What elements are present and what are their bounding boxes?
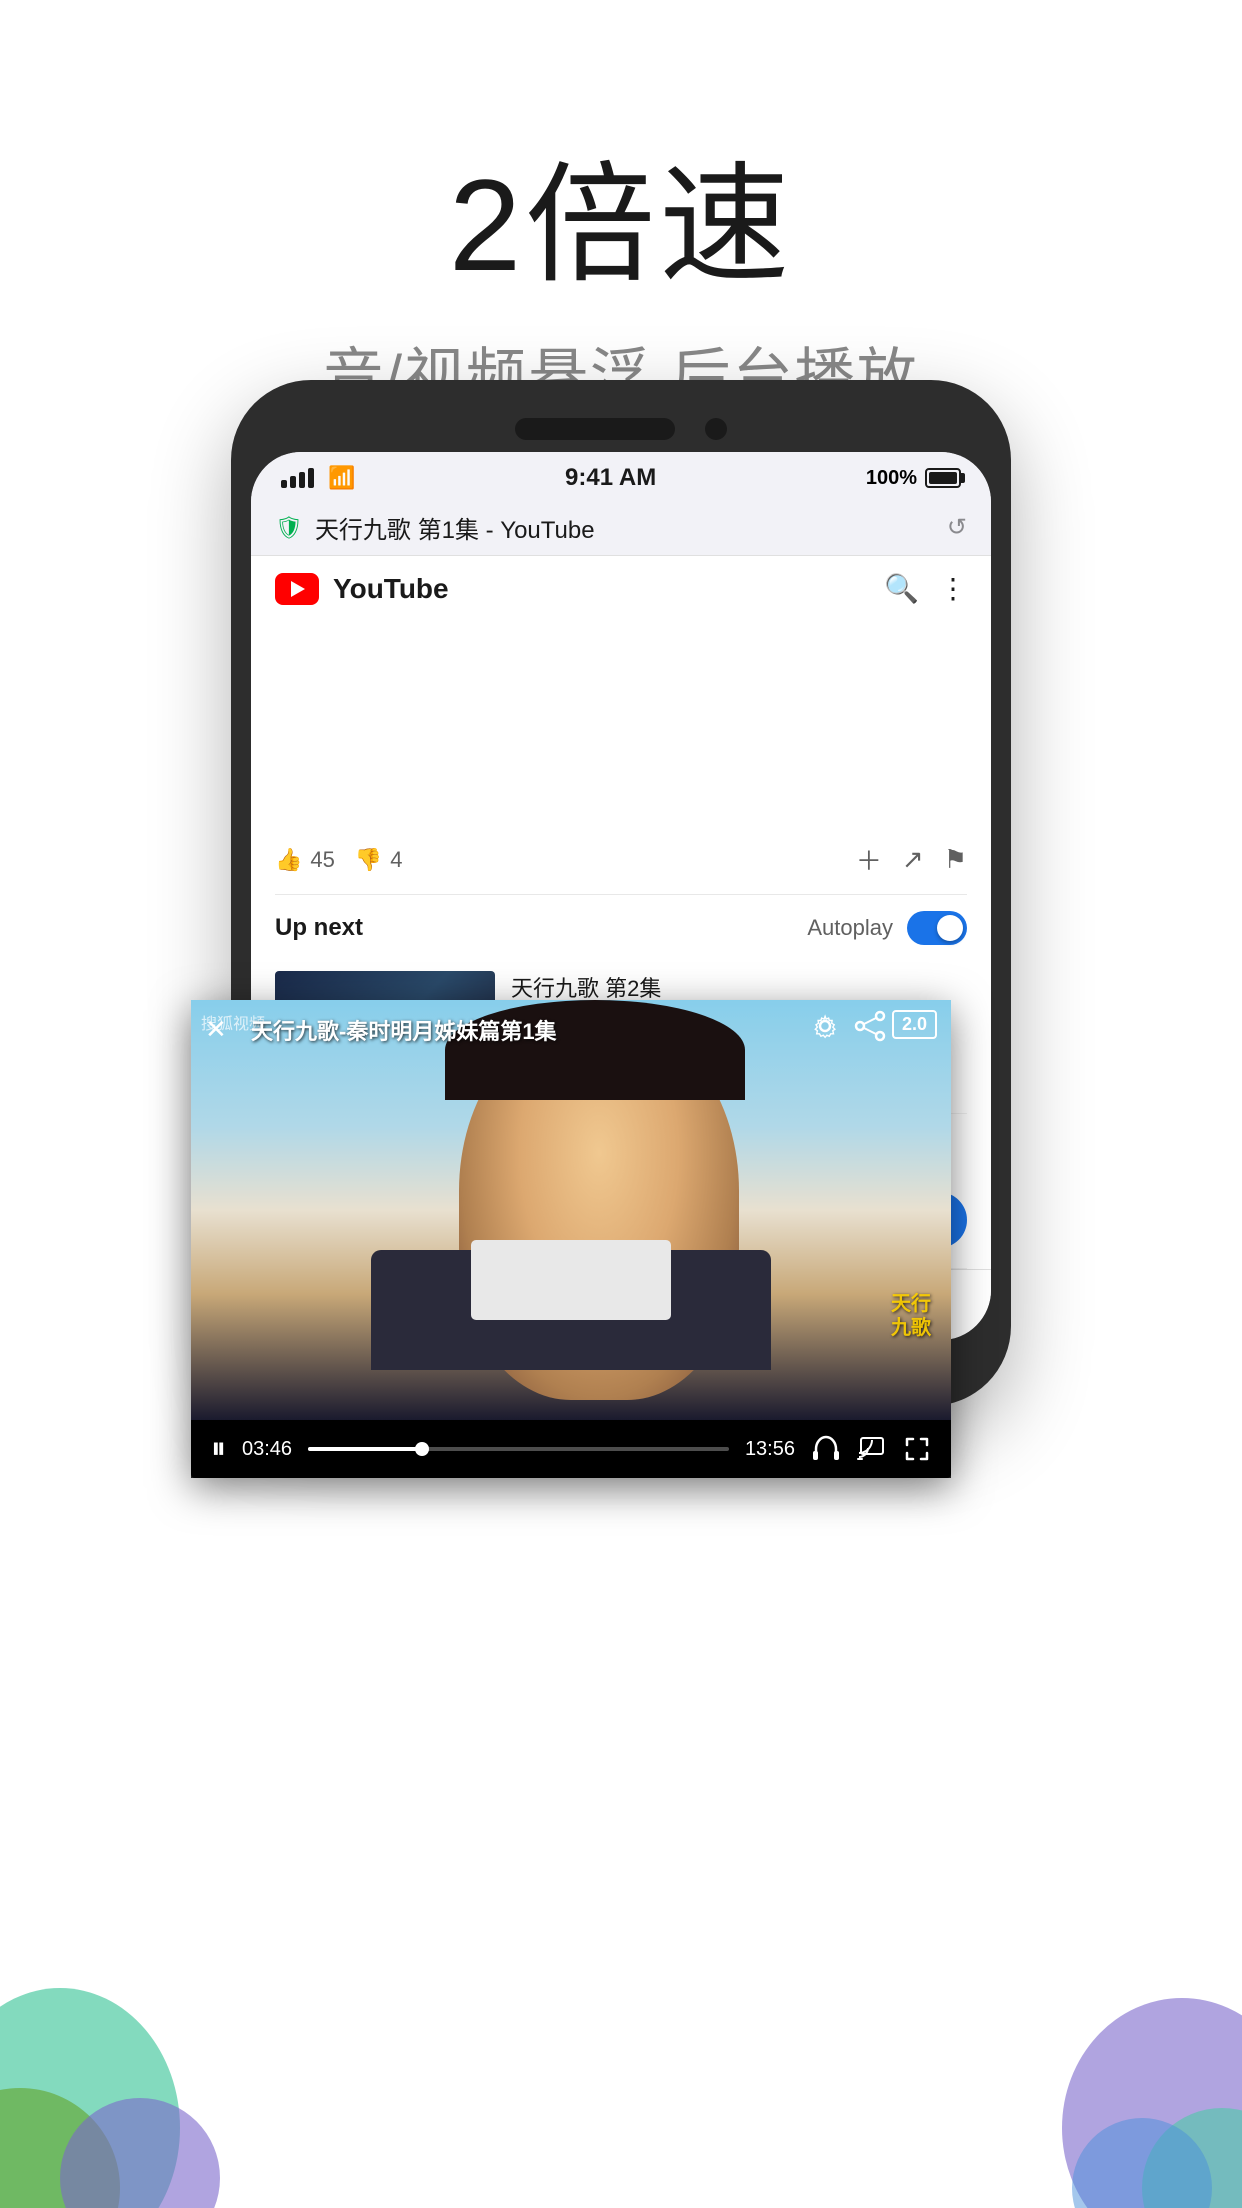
search-icon[interactable]: 🔍 <box>884 572 919 605</box>
like-button[interactable]: 👍 45 <box>275 847 335 873</box>
blob-left-bottom <box>0 1808 280 2208</box>
video-info: 👍 45 👎 4 ＋ ↗ ⚑ <box>251 821 991 894</box>
share-icon[interactable] <box>854 1010 886 1042</box>
pause-button[interactable]: ⏸ <box>211 1432 226 1466</box>
video-actions: 👍 45 👎 4 ＋ ↗ ⚑ <box>275 841 967 878</box>
thumbs-down-icon: 👎 <box>355 847 382 873</box>
yt-brand-name: YouTube <box>333 573 449 605</box>
dislike-count: 4 <box>390 847 402 873</box>
phone-container: 📶 9:41 AM 100% 🛡 天行九歌 第1集 - YouTube ↺ <box>231 380 1011 1406</box>
url-bar[interactable]: 🛡 天行九歌 第1集 - YouTube ↺ <box>251 500 991 556</box>
signal-bar-4 <box>308 468 314 488</box>
progress-fill <box>308 1447 422 1451</box>
progress-bar[interactable] <box>308 1447 729 1451</box>
battery-icon <box>925 468 961 488</box>
up-next-label: Up next <box>275 914 363 942</box>
autoplay-label: Autoplay <box>807 915 893 941</box>
status-bar: 📶 9:41 AM 100% <box>251 452 991 500</box>
thumbs-up-icon: 👍 <box>275 847 302 873</box>
headphones-icon[interactable] <box>811 1434 841 1464</box>
url-text: 天行九歌 第1集 - YouTube <box>315 510 935 545</box>
floating-video-player: 搜狐视频 ✕ 天行九歌-秦时明月姊妹篇第1集 2.0 天行 九歌 ⏸ 03:46 <box>191 1000 951 1478</box>
hero-title: 2倍速 <box>0 120 1242 308</box>
status-left: 📶 <box>281 465 355 491</box>
player-controls: ⏸ 03:46 13:56 <box>191 1420 951 1478</box>
cast-icon[interactable] <box>857 1434 887 1464</box>
settings-icon[interactable] <box>809 1010 841 1042</box>
yt-icons: 🔍 ⋮ <box>884 572 967 605</box>
signal-bar-1 <box>281 480 287 488</box>
youtube-topbar: YouTube 🔍 ⋮ <box>251 556 991 621</box>
youtube-logo-icon[interactable] <box>275 573 319 605</box>
toggle-knob <box>937 915 963 941</box>
yt-logo-area: YouTube <box>275 573 449 605</box>
reload-icon[interactable]: ↺ <box>947 513 967 542</box>
signal-bars <box>281 468 314 488</box>
signal-bar-2 <box>290 476 296 488</box>
video-close-button[interactable]: ✕ <box>205 1014 227 1045</box>
yt-play-triangle <box>291 581 305 597</box>
battery-fill <box>929 472 957 484</box>
phone-speaker <box>515 418 675 440</box>
total-duration: 13:56 <box>745 1438 795 1461</box>
phone-camera <box>705 418 727 440</box>
shield-icon: 🛡 <box>275 515 303 541</box>
status-right: 100% <box>866 467 961 490</box>
blob-right-bottom <box>982 1828 1242 2208</box>
phone-notch <box>251 400 991 452</box>
video-speed-indicator[interactable]: 2.0 <box>892 1010 937 1039</box>
signal-bar-3 <box>299 472 305 488</box>
flag-icon[interactable]: ⚑ <box>944 844 967 875</box>
video-logo: 天行 九歌 <box>891 1292 931 1340</box>
video-spacer <box>251 621 991 821</box>
progress-dot <box>415 1442 429 1456</box>
hero-section: 2倍速 音/视频悬浮 后台播放 <box>0 0 1242 415</box>
share-icon[interactable]: ↗ <box>902 844 924 875</box>
video-content-area: 搜狐视频 ✕ 天行九歌-秦时明月姊妹篇第1集 2.0 天行 九歌 <box>191 1000 951 1420</box>
character-collar <box>471 1240 671 1320</box>
video-overlay-title: 天行九歌-秦时明月姊妹篇第1集 <box>251 1014 891 1046</box>
up-next-header: Up next Autoplay <box>275 894 967 959</box>
wifi-icon: 📶 <box>328 465 355 491</box>
battery-percent: 100% <box>866 467 917 490</box>
autoplay-area: Autoplay <box>807 911 967 945</box>
like-count: 45 <box>310 847 334 873</box>
autoplay-toggle[interactable] <box>907 911 967 945</box>
add-to-playlist-icon[interactable]: ＋ <box>856 841 882 878</box>
dislike-button[interactable]: 👎 4 <box>355 847 403 873</box>
more-options-icon[interactable]: ⋮ <box>939 572 967 605</box>
fullscreen-icon[interactable] <box>903 1435 931 1463</box>
status-time: 9:41 AM <box>565 464 656 492</box>
current-time: 03:46 <box>242 1438 292 1461</box>
